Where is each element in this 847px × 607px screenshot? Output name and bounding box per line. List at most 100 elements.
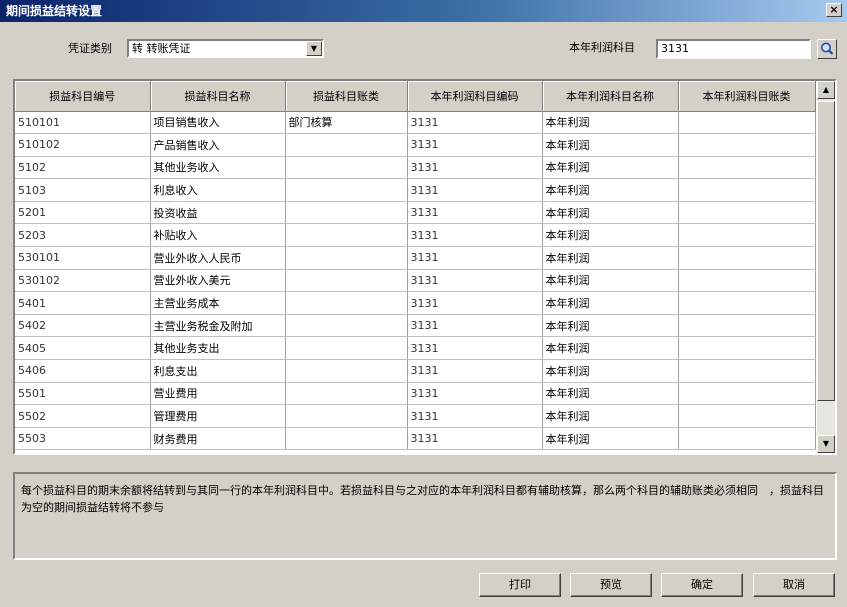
table-cell[interactable] <box>678 336 816 361</box>
table-cell[interactable] <box>678 133 816 157</box>
table-cell[interactable]: 产品销售收入 <box>150 133 286 157</box>
table-cell[interactable]: 510102 <box>15 133 151 157</box>
table-cell[interactable] <box>678 427 816 451</box>
table-cell[interactable] <box>285 201 408 225</box>
transfer-settings-grid[interactable]: 损益科目编号 损益科目名称 损益科目账类 本年利润科目编码 本年利润科目名称 本年利润科目… <box>13 79 837 455</box>
cancel-button[interactable]: 取消 <box>753 573 835 597</box>
table-cell[interactable]: 本年利润 <box>542 111 679 135</box>
table-cell[interactable]: 3131 <box>407 133 543 157</box>
table-cell[interactable]: 3131 <box>407 314 543 338</box>
table-cell[interactable]: 本年利润 <box>542 359 679 383</box>
table-cell[interactable]: 管理费用 <box>150 404 286 428</box>
table-cell[interactable]: 本年利润 <box>542 314 679 338</box>
table-row[interactable]: 5401 主营业务成本 3131 本年利润 <box>15 291 816 315</box>
table-cell[interactable]: 3131 <box>407 291 543 315</box>
profit-account-input[interactable]: 3131 <box>656 39 811 59</box>
table-row[interactable]: 5102 其他业务收入 3131 本年利润 <box>15 156 816 180</box>
table-cell[interactable]: 本年利润 <box>542 336 679 361</box>
table-cell[interactable]: 530101 <box>15 246 151 270</box>
table-cell[interactable] <box>678 359 816 383</box>
table-cell[interactable] <box>678 269 816 293</box>
table-row[interactable]: 5501 营业费用 3131 本年利润 <box>15 382 816 406</box>
table-cell[interactable]: 营业费用 <box>150 382 286 406</box>
table-cell[interactable]: 财务费用 <box>150 427 286 451</box>
table-cell[interactable]: 营业外收入人民币 <box>150 246 286 270</box>
table-cell[interactable] <box>285 246 408 270</box>
voucher-type-select[interactable]: 转 转账凭证 ▼ <box>127 39 324 58</box>
table-cell[interactable]: 5502 <box>15 404 151 428</box>
table-cell[interactable]: 本年利润 <box>542 404 679 428</box>
column-header[interactable]: 损益科目编号 <box>15 81 151 112</box>
table-row[interactable]: 5502 管理费用 3131 本年利润 <box>15 404 816 428</box>
print-button[interactable]: 打印 <box>479 573 561 597</box>
table-cell[interactable]: 3131 <box>407 201 543 225</box>
table-cell[interactable]: 本年利润 <box>542 223 679 248</box>
column-header[interactable]: 本年利润科目名称 <box>542 81 679 112</box>
table-cell[interactable] <box>678 223 816 248</box>
table-row[interactable]: 5201 投资收益 3131 本年利润 <box>15 201 816 225</box>
table-cell[interactable]: 本年利润 <box>542 291 679 315</box>
table-cell[interactable] <box>285 291 408 315</box>
column-header[interactable]: 本年利润科目账类 <box>678 81 816 112</box>
table-row[interactable]: 530101 营业外收入人民币 3131 本年利润 <box>15 246 816 270</box>
table-cell[interactable] <box>678 291 816 315</box>
vertical-scrollbar[interactable]: ▲ ▼ <box>817 81 835 453</box>
table-cell[interactable]: 其他业务支出 <box>150 336 286 361</box>
table-cell[interactable]: 3131 <box>407 359 543 383</box>
table-cell[interactable]: 510101 <box>15 111 151 135</box>
table-cell[interactable]: 部门核算 <box>285 111 408 135</box>
table-cell[interactable] <box>285 359 408 383</box>
table-row[interactable]: 5203 补贴收入 3131 本年利润 <box>15 223 816 248</box>
table-row[interactable]: 530102 营业外收入美元 3131 本年利润 <box>15 269 816 293</box>
table-cell[interactable]: 其他业务收入 <box>150 156 286 180</box>
table-cell[interactable]: 利息收入 <box>150 178 286 202</box>
table-cell[interactable]: 5406 <box>15 359 151 383</box>
table-cell[interactable] <box>678 178 816 202</box>
table-row[interactable]: 510101 项目销售收入 部门核算 3131 本年利润 <box>15 111 816 135</box>
table-cell[interactable]: 主营业务成本 <box>150 291 286 315</box>
table-cell[interactable] <box>285 382 408 406</box>
table-cell[interactable]: 5103 <box>15 178 151 202</box>
table-cell[interactable] <box>285 156 408 180</box>
table-cell[interactable] <box>678 382 816 406</box>
table-row[interactable]: 5503 财务费用 3131 本年利润 <box>15 427 816 451</box>
table-cell[interactable]: 3131 <box>407 111 543 135</box>
table-cell[interactable]: 5405 <box>15 336 151 361</box>
table-cell[interactable] <box>285 314 408 338</box>
table-cell[interactable]: 利息支出 <box>150 359 286 383</box>
table-cell[interactable]: 3131 <box>407 223 543 248</box>
table-cell[interactable] <box>678 246 816 270</box>
column-header[interactable]: 损益科目名称 <box>150 81 286 112</box>
table-cell[interactable]: 5501 <box>15 382 151 406</box>
table-cell[interactable]: 3131 <box>407 336 543 361</box>
scroll-down-button[interactable]: ▼ <box>817 435 835 453</box>
table-row[interactable]: 5406 利息支出 3131 本年利润 <box>15 359 816 383</box>
table-cell[interactable]: 主营业务税金及附加 <box>150 314 286 338</box>
table-cell[interactable]: 5503 <box>15 427 151 451</box>
table-cell[interactable] <box>285 336 408 361</box>
table-cell[interactable]: 本年利润 <box>542 133 679 157</box>
table-cell[interactable]: 本年利润 <box>542 156 679 180</box>
table-cell[interactable]: 补贴收入 <box>150 223 286 248</box>
table-row[interactable]: 5103 利息收入 3131 本年利润 <box>15 178 816 202</box>
table-cell[interactable]: 本年利润 <box>542 269 679 293</box>
table-cell[interactable]: 营业外收入美元 <box>150 269 286 293</box>
table-cell[interactable]: 5401 <box>15 291 151 315</box>
table-cell[interactable]: 本年利润 <box>542 201 679 225</box>
preview-button[interactable]: 预览 <box>570 573 652 597</box>
table-cell[interactable] <box>678 111 816 135</box>
table-cell[interactable] <box>285 133 408 157</box>
table-cell[interactable]: 530102 <box>15 269 151 293</box>
table-cell[interactable]: 5201 <box>15 201 151 225</box>
table-cell[interactable] <box>678 314 816 338</box>
scroll-up-button[interactable]: ▲ <box>817 81 835 99</box>
table-cell[interactable]: 3131 <box>407 382 543 406</box>
table-cell[interactable]: 3131 <box>407 156 543 180</box>
table-row[interactable]: 5402 主营业务税金及附加 3131 本年利润 <box>15 314 816 338</box>
table-cell[interactable]: 3131 <box>407 404 543 428</box>
table-cell[interactable] <box>285 223 408 248</box>
table-cell[interactable] <box>678 404 816 428</box>
table-cell[interactable] <box>285 404 408 428</box>
table-row[interactable]: 5405 其他业务支出 3131 本年利润 <box>15 336 816 361</box>
table-cell[interactable]: 5402 <box>15 314 151 338</box>
